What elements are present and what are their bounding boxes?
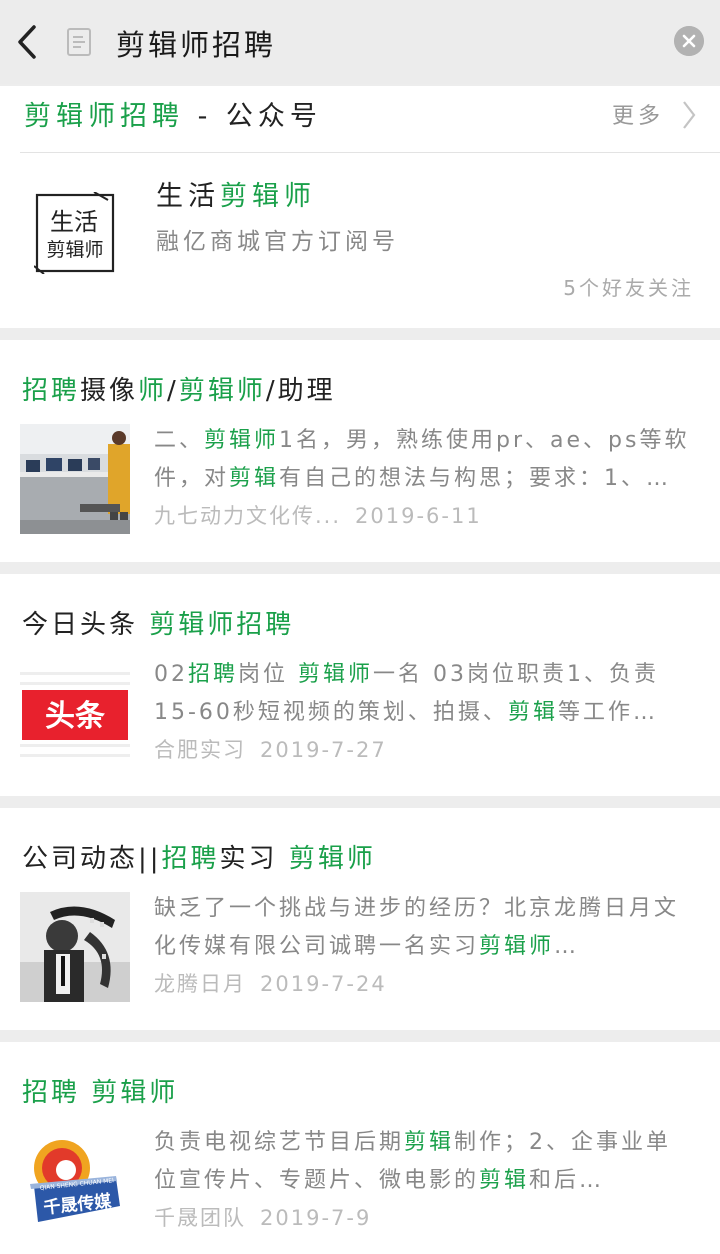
article-thumbnail[interactable]: QIAN SHENG CHUAN MEI 千晟传媒 [20,1126,130,1236]
friends-follow-count: 5个好友关注 [563,276,694,300]
svg-text:生活: 生活 [50,208,98,236]
article-card[interactable]: 今日头条 剪辑师招聘头条 02招聘岗位 剪辑师一名 03岗位职责1、负责15-60… [0,574,720,796]
article-date: 2019-7-9 [260,1206,372,1230]
article-icon [67,28,91,56]
article-thumbnail[interactable] [20,892,130,1002]
divider [20,152,720,153]
search-bar: 剪辑师招聘 [0,0,720,84]
back-arrow-icon[interactable] [14,22,44,62]
article-card[interactable]: 公司动态||招聘实习 剪辑师缺乏了一个挑战与进步的经历？北京龙腾日月文化传媒有限… [0,808,720,1030]
article-meta: 九七动力文化传... 2019-6-11 [154,500,482,530]
svg-text:头条: 头条 [45,699,105,734]
article-snippet: 二、剪辑师1名，男，熟练使用pr、ae、ps等软件，对剪辑有自己的想法与构思；要… [154,428,690,491]
search-input[interactable]: 剪辑师招聘 [116,22,276,64]
account-name[interactable]: 生活剪辑师 [156,174,316,213]
article-card[interactable]: 招聘 剪辑师 QIAN SHENG CHUAN MEI 千晟传媒 负责电视综艺节目后期… [0,1042,720,1254]
article-source: 龙腾日月 [154,972,246,996]
article-date: 2019-7-24 [260,972,387,996]
article-title[interactable]: 今日头条 剪辑师招聘 [22,604,294,641]
article-snippet: 缺乏了一个挑战与进步的经历？北京龙腾日月文化传媒有限公司诚聘一名实习剪辑师… [154,896,680,959]
svg-text:剪辑师: 剪辑师 [46,239,103,261]
article-snippet: 负责电视综艺节目后期剪辑制作；2、企事业单位宣传片、专题片、微电影的剪辑和后… [154,1130,672,1193]
chevron-right-icon[interactable] [680,98,698,132]
article-title[interactable]: 招聘 剪辑师 [22,1072,178,1109]
official-accounts-section: 剪辑师招聘 - 公众号 更多 生活 剪辑师 生活剪辑师 融亿商城官方订阅号 5个… [0,86,720,328]
article-card[interactable]: 招聘摄像师/剪辑师/助理二、剪辑师1名，男，熟练使用pr、ae、ps等软件，对剪… [0,340,720,562]
article-thumbnail[interactable]: 头条 [20,658,130,768]
more-link[interactable]: 更多 [612,98,664,130]
article-date: 2019-6-11 [355,504,482,528]
article-source: 合肥实习 [154,738,246,762]
account-description: 融亿商城官方订阅号 [156,229,399,255]
article-meta: 千晟团队 2019-7-9 [154,1202,371,1232]
article-thumbnail[interactable] [20,424,130,534]
article-meta: 龙腾日月 2019-7-24 [154,968,387,998]
article-snippet: 02招聘岗位 剪辑师一名 03岗位职责1、负责15-60秒短视频的策划、拍摄、剪… [154,662,660,725]
article-title[interactable]: 招聘摄像师/剪辑师/助理 [22,370,336,407]
section-header: 剪辑师招聘 - 公众号 [24,101,322,132]
account-avatar[interactable]: 生活 剪辑师 [34,192,116,274]
article-title[interactable]: 公司动态||招聘实习 剪辑师 [22,838,376,875]
clear-icon[interactable] [674,26,704,56]
article-date: 2019-7-27 [260,738,387,762]
article-meta: 合肥实习 2019-7-27 [154,734,387,764]
article-source: 千晟团队 [154,1206,246,1230]
article-source: 九七动力文化传... [154,504,342,528]
